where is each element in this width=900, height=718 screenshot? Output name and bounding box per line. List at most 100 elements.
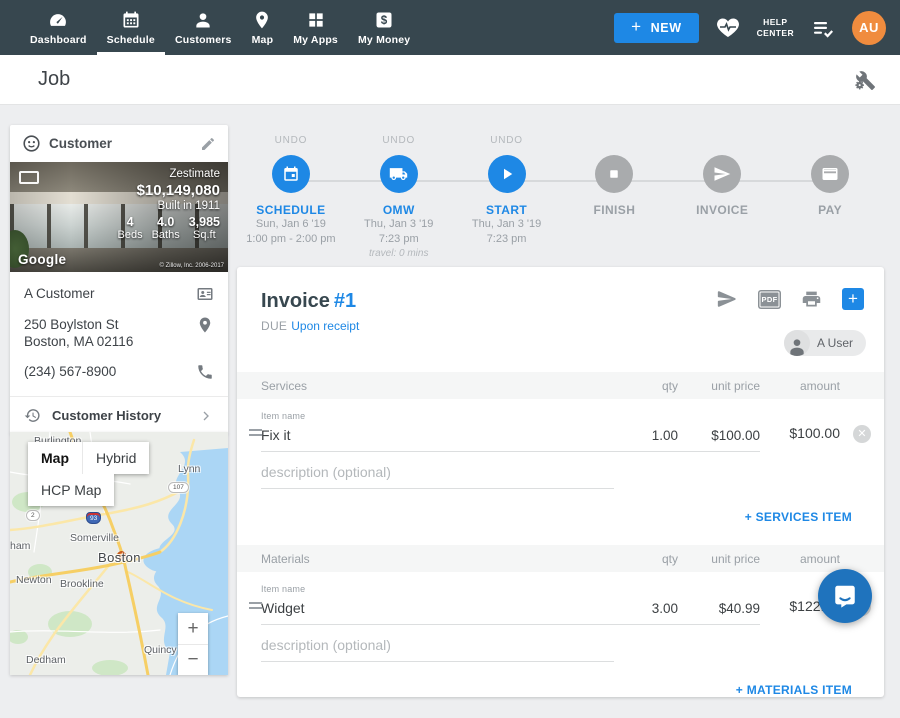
job-tools-icon[interactable] (854, 69, 876, 91)
new-button[interactable]: + NEW (614, 13, 699, 43)
service-description-row (237, 452, 884, 489)
undo-start-link[interactable]: UNDO (490, 135, 523, 148)
schedule-step-button[interactable] (272, 155, 310, 193)
address-line1: 250 Boylston St (24, 317, 119, 332)
baths-label: Baths (152, 229, 180, 241)
user-silhouette-icon (784, 330, 810, 356)
material-unit-price-input[interactable] (678, 601, 760, 625)
pdf-icon[interactable]: PDF (758, 290, 781, 309)
pay-step-button[interactable] (811, 155, 849, 193)
drag-handle-icon[interactable] (249, 599, 262, 612)
delete-service-item-button[interactable]: ✕ (853, 425, 871, 443)
zoom-in-button[interactable]: + (178, 613, 208, 644)
help-center-line2: CENTER (757, 28, 794, 39)
service-item-name-input[interactable] (261, 427, 614, 452)
start-step-button[interactable] (488, 155, 526, 193)
undo-schedule-link[interactable]: UNDO (275, 135, 308, 148)
play-icon (498, 165, 516, 183)
service-unit-price-input[interactable] (678, 428, 760, 452)
nav-tabs: Dashboard Schedule Customers Map My Apps… (20, 0, 420, 55)
omw-step-button[interactable] (380, 155, 418, 193)
add-services-item-link[interactable]: + SERVICES ITEM (745, 510, 852, 524)
add-materials-item-link[interactable]: + MATERIALS ITEM (736, 683, 852, 697)
customer-address: 250 Boylston St Boston, MA 02116 (24, 316, 133, 350)
edit-pencil-icon[interactable] (200, 136, 216, 152)
property-stats: 4 Beds 4.0 Baths 3,985 Sq.ft (118, 215, 221, 241)
drag-handle-icon[interactable] (249, 426, 262, 439)
help-center-line1: HELP (757, 17, 794, 28)
route-2-shield: 2 (26, 510, 40, 521)
nav-tab-my-apps[interactable]: My Apps (283, 0, 348, 55)
send-invoice-icon[interactable] (716, 288, 738, 310)
map-label-boston: Boston (98, 550, 141, 565)
step-label[interactable]: START (486, 203, 527, 217)
services-header-label: Services (237, 379, 614, 393)
nav-tab-schedule[interactable]: Schedule (97, 0, 165, 55)
sqft-label: Sq.ft (189, 229, 220, 241)
customer-phone: (234) 567-8900 (24, 363, 116, 380)
health-heart-icon[interactable] (716, 16, 740, 40)
map-type-map-button[interactable]: Map (28, 442, 82, 474)
step-label[interactable]: OMW (383, 203, 415, 217)
map-widget[interactable]: Burlington Lynn Somerville ham Boston Ne… (10, 432, 228, 675)
user-avatar[interactable]: AU (852, 11, 886, 45)
phone-icon[interactable] (196, 363, 214, 381)
contact-card-icon[interactable] (196, 285, 214, 303)
step-label[interactable]: SCHEDULE (256, 203, 325, 217)
invoice-number[interactable]: #1 (334, 290, 356, 312)
customer-face-icon (22, 134, 41, 153)
service-description-input[interactable] (261, 464, 614, 489)
item-name-label: Item name (261, 411, 614, 421)
customer-card-header: Customer (10, 125, 228, 162)
print-icon[interactable] (801, 289, 822, 310)
step-omw: UNDO OMW Thu, Jan 3 '19 7:23 pm travel: … (345, 135, 453, 261)
zillow-copyright: © Zillow, Inc. 2006-2017 (160, 263, 224, 269)
zoom-out-button[interactable]: − (178, 644, 208, 675)
invoice-step-button[interactable] (703, 155, 741, 193)
apps-grid-icon (306, 10, 326, 30)
invoice-title: Invoice (261, 290, 330, 312)
customer-history-button[interactable]: Customer History (10, 396, 228, 434)
map-type-hybrid-button[interactable]: Hybrid (82, 442, 149, 474)
unit-price-column-header: unit price (678, 552, 760, 566)
chat-launcher-button[interactable] (818, 569, 872, 623)
nav-tab-label: My Apps (293, 34, 338, 46)
map-pin-icon (252, 10, 272, 30)
new-button-label: NEW (651, 21, 682, 35)
material-description-input[interactable] (261, 637, 614, 662)
add-invoice-button[interactable]: + (842, 288, 864, 310)
material-qty-input[interactable] (614, 601, 678, 625)
nav-tab-map[interactable]: Map (242, 0, 284, 55)
amount-column-header: amount (760, 552, 840, 566)
customer-details: A Customer 250 Boylston St Boston, MA 021… (10, 272, 228, 396)
undo-omw-link[interactable]: UNDO (382, 135, 415, 148)
map-label-waltham: ham (10, 540, 30, 552)
map-label-brookline: Brookline (60, 578, 104, 590)
step-schedule: UNDO SCHEDULE Sun, Jan 6 '19 1:00 pm - 2… (237, 135, 345, 261)
send-icon (713, 165, 731, 183)
chat-messenger-icon (832, 583, 858, 609)
step-label[interactable]: PAY (818, 203, 842, 217)
street-view-icon[interactable] (19, 171, 39, 184)
property-photo[interactable]: Zestimate $10,149,080 Built in 1911 4 Be… (10, 162, 228, 272)
interstate-93-shield: 93 (86, 512, 101, 524)
assigned-user-chip[interactable]: A User (784, 330, 866, 356)
task-list-icon[interactable] (811, 16, 835, 40)
material-item-row: Item name $122.97 ✕ (237, 572, 884, 625)
nav-tab-my-money[interactable]: $ My Money (348, 0, 420, 55)
customer-name-row: A Customer (24, 285, 214, 303)
nav-tab-label: Map (252, 34, 274, 46)
map-type-hcp-button[interactable]: HCP Map (28, 474, 114, 506)
help-center-link[interactable]: HELP CENTER (757, 17, 794, 39)
service-qty-input[interactable] (614, 428, 678, 452)
finish-step-button[interactable] (595, 155, 633, 193)
built-year: Built in 1911 (118, 200, 221, 212)
address-line2: Boston, MA 02116 (24, 334, 133, 349)
location-pin-icon[interactable] (196, 316, 214, 334)
due-value-link[interactable]: Upon receipt (291, 319, 359, 333)
nav-tab-customers[interactable]: Customers (165, 0, 242, 55)
material-item-name-input[interactable] (261, 600, 614, 625)
step-label[interactable]: FINISH (594, 203, 636, 217)
nav-tab-dashboard[interactable]: Dashboard (20, 0, 97, 55)
step-label[interactable]: INVOICE (696, 203, 748, 217)
